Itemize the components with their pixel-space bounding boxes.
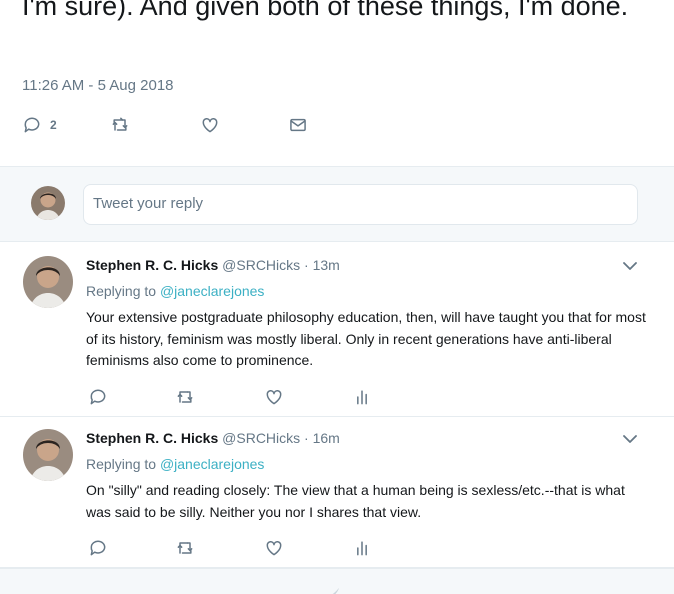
reply-count: 2 bbox=[50, 118, 57, 132]
direct-message-button[interactable] bbox=[288, 114, 308, 136]
author-avatar[interactable] bbox=[23, 429, 73, 481]
reply-tweet[interactable]: Stephen R. C. Hicks @SRCHicks · 13m Repl… bbox=[0, 242, 674, 417]
reply-button[interactable] bbox=[88, 537, 108, 559]
retweet-button[interactable] bbox=[110, 114, 130, 136]
reply-input[interactable]: Tweet your reply bbox=[83, 184, 638, 225]
tweet-time[interactable]: 13m bbox=[313, 257, 340, 273]
twitter-bird-icon bbox=[319, 587, 343, 594]
reply-button[interactable] bbox=[88, 386, 108, 408]
tweet-time[interactable]: 16m bbox=[313, 430, 340, 446]
author-handle[interactable]: @SRCHicks bbox=[222, 430, 300, 446]
separator-dot: · bbox=[304, 257, 309, 273]
replying-prefix: Replying to bbox=[86, 456, 157, 472]
tweet-actions bbox=[86, 537, 386, 559]
tweet-text: Your extensive postgraduate philosophy e… bbox=[86, 309, 646, 368]
replying-to: Replying to @janeclarejones bbox=[86, 283, 264, 299]
user-avatar[interactable] bbox=[31, 186, 65, 220]
retweet-icon bbox=[177, 542, 193, 554]
heart-icon bbox=[266, 540, 282, 556]
retweet-button[interactable] bbox=[175, 386, 195, 408]
tweet-actions bbox=[86, 386, 386, 408]
chevron-down-icon[interactable] bbox=[621, 430, 639, 448]
main-tweet-actions: 2 bbox=[22, 114, 322, 136]
retweet-button[interactable] bbox=[175, 537, 195, 559]
separator-dot: · bbox=[304, 430, 309, 446]
like-button[interactable] bbox=[264, 386, 284, 408]
reply-composer: Tweet your reply bbox=[0, 166, 674, 242]
tweet-text: On "silly" and reading closely: The view… bbox=[86, 482, 625, 520]
envelope-icon bbox=[290, 118, 306, 132]
chevron-down-icon[interactable] bbox=[621, 257, 639, 275]
replying-prefix: Replying to bbox=[86, 283, 157, 299]
replying-to-link[interactable]: @janeclarejones bbox=[160, 456, 265, 472]
author-handle[interactable]: @SRCHicks bbox=[222, 257, 300, 273]
reply-icon bbox=[90, 389, 106, 405]
main-tweet-text: I'm sure). And given both of these thing… bbox=[22, 0, 629, 21]
analytics-button[interactable] bbox=[352, 386, 372, 408]
replying-to-link[interactable]: @janeclarejones bbox=[160, 283, 265, 299]
main-tweet: I'm sure). And given both of these thing… bbox=[0, 0, 674, 166]
like-button[interactable] bbox=[200, 114, 220, 136]
analytics-button[interactable] bbox=[352, 537, 372, 559]
author-name[interactable]: Stephen R. C. Hicks bbox=[86, 430, 218, 446]
author-name[interactable]: Stephen R. C. Hicks bbox=[86, 257, 218, 273]
retweet-icon bbox=[112, 117, 128, 131]
tweet-header: Stephen R. C. Hicks @SRCHicks · 13m bbox=[86, 257, 340, 273]
analytics-icon bbox=[357, 541, 367, 556]
like-button[interactable] bbox=[264, 537, 284, 559]
replying-to: Replying to @janeclarejones bbox=[86, 456, 264, 472]
timeline-end bbox=[0, 568, 674, 594]
retweet-icon bbox=[177, 391, 193, 403]
reply-button[interactable]: 2 bbox=[22, 114, 57, 136]
reply-tweet[interactable]: Stephen R. C. Hicks @SRCHicks · 16m Repl… bbox=[0, 417, 674, 568]
analytics-icon bbox=[357, 390, 367, 405]
heart-icon bbox=[266, 389, 282, 405]
reply-icon bbox=[90, 540, 106, 556]
heart-icon bbox=[202, 117, 218, 133]
reply-icon bbox=[24, 117, 40, 133]
author-avatar[interactable] bbox=[23, 256, 73, 308]
tweet-header: Stephen R. C. Hicks @SRCHicks · 16m bbox=[86, 430, 340, 446]
tweet-timestamp[interactable]: 11:26 AM - 5 Aug 2018 bbox=[22, 77, 174, 94]
